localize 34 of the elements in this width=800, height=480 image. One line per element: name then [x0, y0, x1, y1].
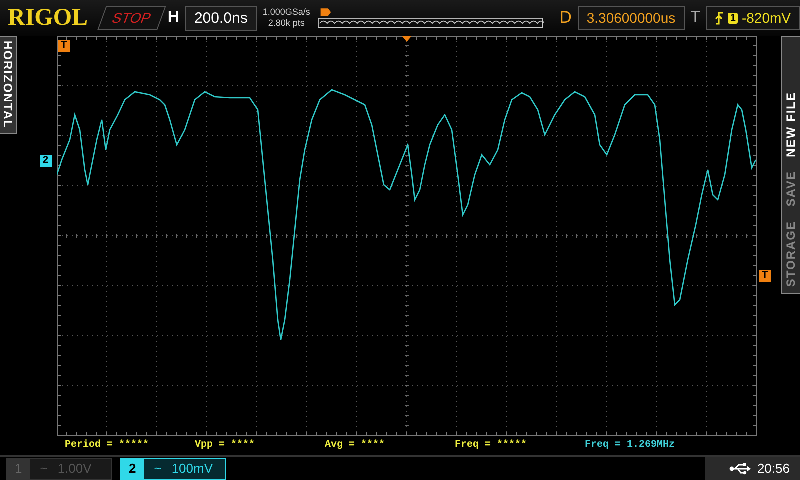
- menu-item[interactable]: NEW FILE: [784, 92, 798, 158]
- measurement-readout: Freq = 1.269MHz: [585, 440, 676, 451]
- clock-time: 20:56: [757, 461, 790, 476]
- channel-settings[interactable]: 2 ~ 100mV: [120, 458, 226, 480]
- memory-depth: 2.80k pts: [268, 18, 305, 29]
- trigger-position-marker[interactable]: T: [58, 40, 70, 52]
- file-menu-tab[interactable]: STORAGE SAVE NEW FILE: [781, 36, 800, 294]
- delay-label: D: [560, 8, 572, 28]
- channel-scale: 1.00V: [58, 461, 92, 476]
- trigger-label: T: [690, 9, 700, 27]
- horizontal-label: H: [168, 9, 180, 27]
- trigger-level-marker[interactable]: T: [759, 270, 772, 282]
- measurement-readout: Avg = ****: [325, 440, 386, 451]
- measurement-readout: Freq = *****: [455, 440, 528, 451]
- coupling-symbol: ~: [154, 461, 162, 476]
- measurement-readout: Period = *****: [65, 440, 150, 451]
- usb-icon: [729, 462, 752, 474]
- menu-item[interactable]: STORAGE: [784, 220, 798, 287]
- rising-edge-icon: [715, 12, 724, 24]
- channel-number: 2: [121, 458, 144, 478]
- trigger-source-badge: 1: [728, 12, 738, 24]
- sample-rate: 1.000GSa/s: [262, 7, 310, 18]
- coupling-symbol: ~: [40, 461, 48, 476]
- run-stop-status[interactable]: STOP: [98, 6, 166, 30]
- brand-logo: RIGOL: [8, 4, 88, 32]
- trigger-settings[interactable]: 1 -820mV: [706, 6, 800, 30]
- horizontal-menu-tab[interactable]: HORIZONTAL: [0, 36, 17, 134]
- channel-scale: 100mV: [172, 461, 214, 476]
- menu-item[interactable]: SAVE: [784, 171, 798, 207]
- trigger-level: -820mV: [742, 10, 791, 26]
- channel-offset-marker[interactable]: 2: [40, 155, 52, 167]
- measurement-readout: Vpp = ****: [195, 440, 256, 451]
- timebase-value[interactable]: 200.0ns: [185, 6, 257, 30]
- delay-value[interactable]: 3.30600000us: [578, 6, 685, 30]
